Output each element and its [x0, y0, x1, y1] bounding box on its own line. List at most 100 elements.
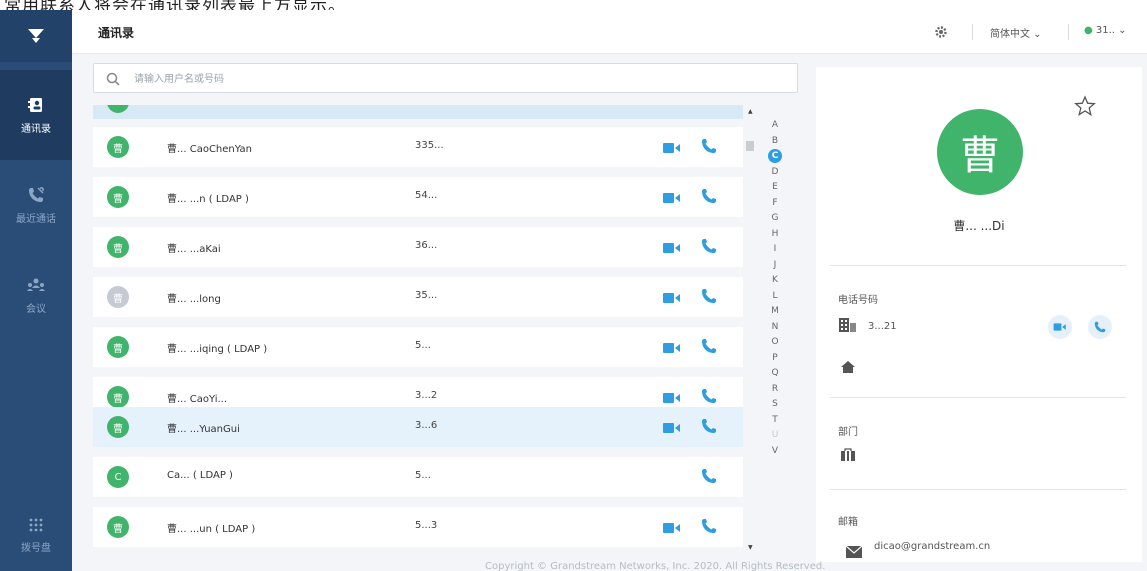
index-letter[interactable]: E	[762, 180, 788, 196]
divider	[830, 265, 1126, 266]
index-letter[interactable]: L	[762, 289, 788, 305]
contact-row[interactable]: 曹 曹... ...un ( LDAP ) 5...3	[93, 507, 743, 547]
copyright-footer: Copyright © Grandstream Networks, Inc. 2…	[485, 561, 826, 571]
recent-calls-icon	[29, 186, 44, 202]
video-call-button[interactable]	[663, 340, 681, 354]
index-letter[interactable]: V	[762, 444, 788, 460]
divider	[830, 489, 1126, 490]
video-call-button[interactable]	[663, 520, 681, 534]
index-letter-label: C	[768, 149, 782, 163]
index-letter[interactable]: A	[762, 118, 788, 134]
search-input[interactable]	[134, 70, 774, 88]
detail-video-call-button[interactable]	[1048, 315, 1072, 339]
voice-call-button[interactable]	[701, 468, 717, 484]
settings-button[interactable]	[934, 24, 948, 43]
index-letter[interactable]: H	[762, 227, 788, 243]
language-select[interactable]: 简体中文 ⌄	[990, 25, 1042, 40]
video-call-button[interactable]	[663, 290, 681, 304]
contact-name: 曹... ...un ( LDAP )	[167, 524, 256, 535]
sidebar-item-meeting[interactable]: 会议	[0, 250, 72, 340]
contact-row-selected[interactable]: 曹 曹... ...YuanGui 3...6	[93, 407, 743, 447]
sidebar-item-recent-calls[interactable]: 最近通话	[0, 160, 72, 250]
contact-row[interactable]: 曹 曹... ...iqing ( LDAP ) 5...	[93, 327, 743, 367]
index-letter[interactable]: Q	[762, 366, 788, 382]
index-letter[interactable]: M	[762, 304, 788, 320]
meeting-icon	[27, 278, 45, 291]
phone-icon	[702, 389, 716, 403]
index-letter[interactable]: K	[762, 273, 788, 289]
alphabet-index: A B C D E F G H I J K L M N O P Q R S T …	[762, 118, 788, 459]
voice-call-button[interactable]	[701, 288, 717, 304]
index-letter[interactable]: R	[762, 382, 788, 398]
scroll-down-arrow-icon[interactable]: ▼	[748, 544, 753, 551]
contact-row[interactable]: 曹 曹... ...n ( LDAP ) 54...	[93, 177, 743, 217]
banner-text: 常用联系人将会在通讯录列表最上方显示。	[4, 0, 346, 10]
voice-call-button[interactable]	[701, 418, 717, 434]
contact-name: 曹... ...n ( LDAP )	[167, 194, 249, 205]
sidebar-item-label: 拨号盘	[21, 542, 51, 554]
avatar: 曹	[107, 386, 129, 408]
index-letter[interactable]: B	[762, 134, 788, 150]
index-letter[interactable]: G	[762, 211, 788, 227]
app-logo[interactable]	[0, 10, 72, 62]
department-section-title: 部门	[838, 427, 858, 438]
voice-call-button[interactable]	[701, 338, 717, 354]
index-letter[interactable]: J	[762, 258, 788, 274]
video-call-button[interactable]	[663, 390, 681, 404]
phone-icon	[702, 289, 716, 303]
video-call-button[interactable]	[663, 190, 681, 204]
sidebar-item-label: 最近通话	[16, 213, 56, 225]
detail-voice-call-button[interactable]	[1088, 315, 1112, 339]
list-scrollbar[interactable]: ▲ ▼	[746, 108, 756, 556]
contact-detail-name: 曹... ...Di	[953, 219, 1005, 233]
contact-name: Ca... ( LDAP )	[167, 470, 233, 481]
index-letter[interactable]: N	[762, 320, 788, 336]
gear-icon	[935, 26, 947, 38]
phone-icon	[702, 139, 716, 153]
index-letter[interactable]: T	[762, 413, 788, 429]
video-call-button[interactable]	[663, 140, 681, 154]
building-icon	[838, 317, 858, 337]
account-menu[interactable]: ● 31.. ⌄	[1084, 25, 1127, 36]
index-letter[interactable]: D	[762, 165, 788, 181]
avatar: C	[107, 466, 129, 488]
scroll-up-arrow-icon[interactable]: ▲	[748, 108, 753, 115]
contact-name: 曹... CaoYi...	[167, 394, 228, 405]
video-call-button[interactable]	[663, 240, 681, 254]
contact-number: 5...	[415, 340, 431, 351]
voice-call-button[interactable]	[701, 388, 717, 404]
index-letter[interactable]: F	[762, 196, 788, 212]
voice-call-button[interactable]	[701, 188, 717, 204]
avatar: 曹	[107, 336, 129, 358]
sidebar-item-dialpad[interactable]: 拨号盘	[0, 500, 72, 570]
index-letter-active[interactable]: C	[762, 149, 788, 165]
contact-row[interactable]: 曹 曹... ...long 35...	[93, 277, 743, 317]
favorite-button[interactable]	[1074, 95, 1096, 121]
top-banner: 常用联系人将会在通讯录列表最上方显示。	[0, 0, 1147, 10]
email-address[interactable]: dicao@grandstream.cn	[874, 541, 990, 552]
sidebar-item-contacts[interactable]: 通讯录	[0, 70, 72, 160]
status-dot-icon: ●	[1084, 25, 1096, 36]
contact-row[interactable]: 曹 曹... CaoChenYan 335...	[93, 127, 743, 167]
video-camera-icon	[663, 523, 680, 533]
voice-call-button[interactable]	[701, 518, 717, 534]
voice-call-button[interactable]	[701, 138, 717, 154]
contact-number: 54...	[415, 190, 438, 201]
video-camera-icon	[663, 193, 680, 203]
index-letter[interactable]: O	[762, 335, 788, 351]
contact-row[interactable]: 曹 曹... ...aKai 36...	[93, 227, 743, 267]
video-camera-icon	[1053, 323, 1066, 331]
contact-number: 3...2	[415, 390, 438, 401]
contact-number: 335...	[415, 140, 444, 151]
video-call-button[interactable]	[663, 420, 681, 434]
avatar: 曹	[107, 416, 129, 438]
index-letter[interactable]: U	[762, 428, 788, 444]
search-box	[93, 63, 798, 93]
index-letter[interactable]: P	[762, 351, 788, 367]
top-header: 通讯录 简体中文 ⌄ ● 31.. ⌄	[72, 10, 1147, 54]
index-letter[interactable]: S	[762, 397, 788, 413]
index-letter[interactable]: I	[762, 242, 788, 258]
contact-row[interactable]: C Ca... ( LDAP ) 5...	[93, 457, 743, 497]
voice-call-button[interactable]	[701, 238, 717, 254]
scroll-thumb[interactable]	[746, 141, 754, 151]
